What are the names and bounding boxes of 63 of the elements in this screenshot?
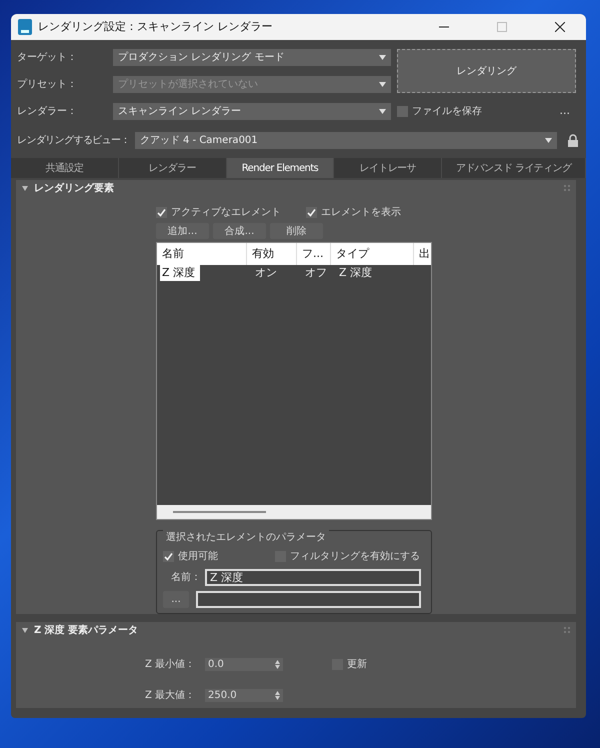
checkbox-label: アクティブなエレメント xyxy=(171,206,282,220)
check-icon xyxy=(307,208,316,217)
checkbox-label: 更新 xyxy=(347,658,367,672)
check-icon xyxy=(157,208,166,217)
toolbar-button[interactable]: 削除 xyxy=(270,223,323,239)
checkbox[interactable] xyxy=(156,207,167,218)
spinner-arrows-icon xyxy=(275,691,280,700)
expand-icon[interactable] xyxy=(22,628,28,632)
tab[interactable]: 共通設定 xyxy=(11,158,119,178)
dropdown-arrow-icon xyxy=(545,138,552,143)
grip-icon xyxy=(564,627,570,633)
spinner-field[interactable]: 0.0 xyxy=(205,658,283,671)
app-icon xyxy=(18,19,32,35)
field-label: プリセット： xyxy=(17,78,78,92)
checkbox-label: 使用可能 xyxy=(178,550,219,564)
field-label: 名前： xyxy=(170,571,201,585)
column-header[interactable]: フ... xyxy=(297,243,331,265)
render-button[interactable]: レンダリング xyxy=(397,49,576,93)
target-dropdown[interactable]: プロダクション レンダリング モード xyxy=(113,49,391,66)
tab[interactable]: アドバンスド ライティング xyxy=(442,158,586,178)
toolbar-button[interactable]: 合成... xyxy=(213,223,266,239)
table-cell[interactable]: オフ xyxy=(300,264,334,282)
rollout-title: レンダリング要素 xyxy=(34,182,115,196)
expand-icon[interactable] xyxy=(22,186,28,190)
field-label: レンダリングするビュー： xyxy=(17,134,130,148)
dropdown-arrow-icon xyxy=(379,82,386,87)
scrollbar-thumb[interactable] xyxy=(173,511,266,513)
field-label: レンダラー： xyxy=(17,105,78,119)
lock-icon xyxy=(568,134,578,147)
spinner-field[interactable]: 250.0 xyxy=(205,689,283,702)
tab[interactable]: レイトレーサ xyxy=(334,158,442,178)
grip-icon xyxy=(564,185,570,191)
browse-button[interactable]: ... xyxy=(163,591,189,608)
more-button[interactable]: ... xyxy=(560,103,570,120)
checkbox-label: エレメントを表示 xyxy=(321,206,401,220)
checkbox-label: フィルタリングを有効にする xyxy=(290,550,420,564)
path-field[interactable] xyxy=(196,591,421,608)
save-file-label: ファイルを保存 xyxy=(412,105,482,119)
checkbox[interactable] xyxy=(397,106,408,117)
field-label: Z 最大値： xyxy=(144,688,196,703)
checkbox[interactable] xyxy=(163,551,174,562)
rollout-title: Z 深度 要素パラメータ xyxy=(34,623,140,638)
table-cell[interactable]: Z 深度 xyxy=(160,264,200,282)
table-cell[interactable]: Z 深度 xyxy=(334,264,417,282)
field-label: ターゲット： xyxy=(17,51,78,65)
field-label: Z 最小値： xyxy=(144,658,196,672)
table-cell[interactable]: オン xyxy=(250,264,300,282)
checkbox[interactable] xyxy=(306,207,317,218)
dropdown-arrow-icon xyxy=(379,55,386,60)
spinner-arrows-icon xyxy=(275,660,280,669)
name-field[interactable]: Z 深度 xyxy=(205,569,421,586)
close-icon xyxy=(555,22,565,32)
check-icon xyxy=(164,552,173,561)
toolbar-button[interactable]: 追加... xyxy=(156,223,209,239)
window-title: レンダリング設定：スキャンライン レンダラー xyxy=(38,18,274,35)
column-header[interactable]: 有効 xyxy=(247,243,297,265)
column-header[interactable]: タイプ xyxy=(331,243,414,265)
view-dropdown[interactable]: クアッド 4 - Camera001 xyxy=(134,132,557,149)
maximize-icon xyxy=(497,22,507,32)
tab[interactable]: Render Elements xyxy=(226,158,334,178)
renderer-dropdown[interactable]: スキャンライン レンダラー xyxy=(113,103,391,120)
dropdown-arrow-icon xyxy=(379,109,386,114)
column-header[interactable]: 出 xyxy=(414,243,432,265)
